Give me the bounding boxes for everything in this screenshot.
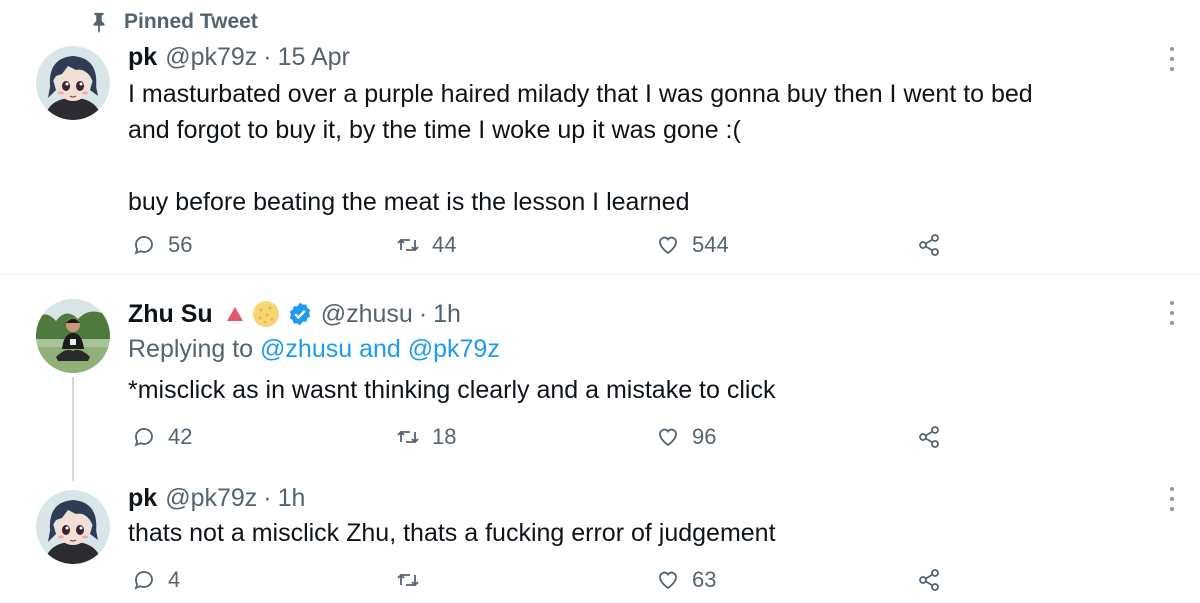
- separator-dot: ·: [418, 299, 428, 328]
- tweet-1[interactable]: pk @pk79z · 15 Apr I masturbated over a …: [0, 0, 1200, 274]
- reply-button[interactable]: 56: [132, 228, 192, 262]
- replying-to: Replying to @zhusu and @pk79z: [128, 335, 500, 364]
- retweet-count: 44: [432, 232, 457, 257]
- tweet-3-header: pk @pk79z · 1h: [128, 481, 305, 515]
- replying-user-zhusu[interactable]: @zhusu: [260, 335, 352, 363]
- reply-count: 4: [168, 567, 181, 592]
- replying-and[interactable]: and: [359, 335, 401, 363]
- user-handle[interactable]: @pk79z: [165, 43, 257, 72]
- retweet-button[interactable]: 18: [396, 420, 456, 454]
- retweet-count: 18: [432, 424, 457, 449]
- like-icon: [659, 571, 677, 590]
- retweet-icon: [397, 238, 419, 252]
- tweet-2-header: Zhu Su @zhusu · 1h: [128, 297, 461, 331]
- more-icon: [1170, 487, 1174, 491]
- share-button[interactable]: [918, 420, 942, 454]
- name-badges: [225, 299, 313, 329]
- avatar-pk-image: [36, 46, 110, 120]
- user-handle[interactable]: @zhusu: [321, 300, 413, 329]
- avatar-zhusu[interactable]: [36, 299, 110, 373]
- share-button[interactable]: [918, 228, 942, 262]
- display-name[interactable]: Zhu Su: [128, 300, 213, 329]
- retweet-button[interactable]: 44: [396, 228, 456, 262]
- separator-dot: ·: [263, 42, 272, 71]
- tweet-1-header: pk @pk79z · 15 Apr: [128, 40, 350, 74]
- avatar-pk-image: [36, 490, 110, 564]
- separator-dot: ·: [263, 483, 272, 512]
- like-button[interactable]: 544: [656, 228, 729, 262]
- like-count: 96: [692, 424, 717, 449]
- retweet-button[interactable]: [396, 563, 432, 597]
- cookie-icon: [252, 301, 279, 327]
- reply-icon: [134, 236, 153, 255]
- reply-button[interactable]: 42: [132, 420, 192, 454]
- reply-icon: [134, 428, 153, 447]
- more-options-button[interactable]: [1168, 487, 1176, 511]
- display-name[interactable]: pk: [128, 484, 157, 513]
- retweet-icon: [397, 430, 419, 444]
- more-options-button[interactable]: [1168, 301, 1176, 325]
- more-options-button[interactable]: [1168, 47, 1176, 71]
- avatar-pk[interactable]: [36, 46, 110, 120]
- like-count: 544: [692, 232, 729, 257]
- reply-count: 42: [168, 424, 193, 449]
- tweet-actions: 42 18 96: [128, 420, 958, 454]
- tweet-text: *misclick as in wasnt thinking clearly a…: [128, 376, 776, 404]
- avatar-pk[interactable]: [36, 490, 110, 564]
- tweet-2[interactable]: Zhu Su @zhusu · 1h Replying to @zhusu an…: [0, 275, 1200, 481]
- verified-icon: [289, 302, 310, 326]
- like-button[interactable]: 63: [656, 563, 716, 597]
- share-icon: [919, 569, 939, 591]
- like-icon: [659, 236, 677, 255]
- tweet-actions: 4 63: [128, 563, 958, 597]
- tweet-actions: 56 44 544: [128, 228, 958, 262]
- tweet-text: I masturbated over a purple haired milad…: [128, 80, 1033, 216]
- retweet-icon: [397, 573, 419, 587]
- like-button[interactable]: 96: [656, 420, 716, 454]
- reply-icon: [134, 571, 153, 590]
- share-icon: [919, 234, 939, 256]
- tweet-3[interactable]: pk @pk79z · 1h thats not a misclick Zhu,…: [0, 465, 1200, 603]
- like-icon: [659, 428, 677, 447]
- replying-user-pk79z[interactable]: @pk79z: [408, 335, 500, 363]
- timestamp[interactable]: 1h: [433, 300, 461, 329]
- replying-prefix: Replying to: [128, 335, 254, 363]
- tweet-text: thats not a misclick Zhu, thats a fuckin…: [128, 519, 776, 547]
- timestamp[interactable]: 1h: [278, 484, 306, 513]
- more-icon: [1170, 47, 1174, 51]
- more-icon: [1170, 301, 1174, 305]
- like-count: 63: [692, 567, 717, 592]
- reply-count: 56: [168, 232, 193, 257]
- share-button[interactable]: [918, 563, 942, 597]
- triangle-icon: [226, 307, 243, 321]
- user-handle[interactable]: @pk79z: [165, 484, 257, 513]
- display-name[interactable]: pk: [128, 43, 157, 72]
- share-icon: [919, 426, 939, 448]
- reply-button[interactable]: 4: [132, 563, 180, 597]
- avatar-zhusu-image: [36, 299, 110, 373]
- timestamp[interactable]: 15 Apr: [278, 43, 350, 72]
